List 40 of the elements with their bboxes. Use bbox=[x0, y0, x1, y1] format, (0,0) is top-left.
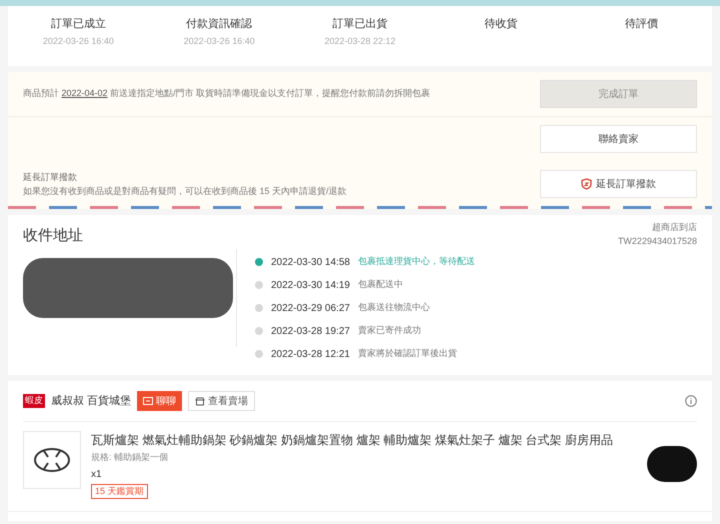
step-label: 訂單已出貨 bbox=[332, 17, 388, 32]
chat-button[interactable]: 聊聊 bbox=[137, 391, 182, 411]
contact-seller-button[interactable]: 聯絡賣家 bbox=[540, 125, 697, 153]
burner-rack-icon bbox=[32, 445, 72, 475]
step-time: 2022-03-26 16:40 bbox=[184, 34, 255, 48]
mall-badge: 蝦皮 bbox=[23, 394, 45, 408]
step-time: 2022-03-28 22:12 bbox=[324, 34, 396, 48]
carrier-name: 超商店到店 bbox=[652, 221, 697, 234]
step-label: 訂單已成立 bbox=[50, 16, 106, 32]
event-description: 賣家將於確認訂單後出貨 bbox=[358, 347, 457, 360]
shield-icon bbox=[581, 178, 592, 190]
event-description: 賣家已寄件成功 bbox=[358, 324, 421, 338]
step-label: 待評價 bbox=[625, 17, 658, 32]
view-shop-button[interactable]: 查看賣場 bbox=[188, 391, 256, 411]
event-time: 2022-03-28 19:27 bbox=[271, 324, 350, 338]
section-title: 收件地址 bbox=[23, 226, 84, 246]
extend-payment-description: 如果您沒有收到商品或是對商品有疑問，可以在收到商品後 15 天內申請退貨/退款 bbox=[23, 184, 347, 198]
event-description: 包裹配送中 bbox=[358, 278, 403, 292]
step-label: 付款資訊確認 bbox=[186, 17, 252, 32]
step-time: 2022-03-26 16:40 bbox=[42, 34, 114, 48]
event-description: 包裹送往物流中心 bbox=[358, 301, 430, 314]
event-time: 2022-03-30 14:58 bbox=[271, 256, 350, 270]
product-title[interactable]: 瓦斯爐架 燃氣灶輔助鍋架 砂鍋爐架 奶鍋爐架置物 爐架 輔助爐架 煤氣灶架子 爐架 台式架 廚房用品 bbox=[91, 431, 637, 449]
extend-payment-title: 延長訂單撥款 bbox=[23, 171, 78, 184]
shop-name: 威叔叔 百貨城堡 bbox=[51, 394, 132, 409]
chat-icon bbox=[143, 396, 154, 406]
event-time: 2022-03-30 14:19 bbox=[271, 278, 350, 292]
tracking-number: TW2229434017528 bbox=[618, 234, 697, 248]
product-quantity: x1 bbox=[91, 468, 103, 482]
delivery-notice: 商品預計 2022-04-02 前送達指定地點/門市 取貨時請準備現金以支付訂單，提醒您付款前請勿拆開包裹 bbox=[23, 87, 430, 100]
event-time: 2022-03-28 12:21 bbox=[271, 348, 350, 362]
return-period-tag: 15 天鑑賞期 bbox=[91, 484, 148, 499]
product-variation: 規格: 輔助鍋架一個 bbox=[91, 451, 170, 464]
event-description: 包裹抵達理貨中心，等待配送 bbox=[358, 255, 475, 268]
storefront-icon bbox=[195, 396, 206, 406]
extend-payment-button[interactable]: 延長訂單撥款 bbox=[540, 170, 697, 198]
redacted-price bbox=[647, 446, 697, 482]
info-icon[interactable] bbox=[685, 395, 697, 407]
step-label: 待收貨 bbox=[484, 17, 518, 32]
event-time: 2022-03-29 06:27 bbox=[271, 302, 350, 316]
